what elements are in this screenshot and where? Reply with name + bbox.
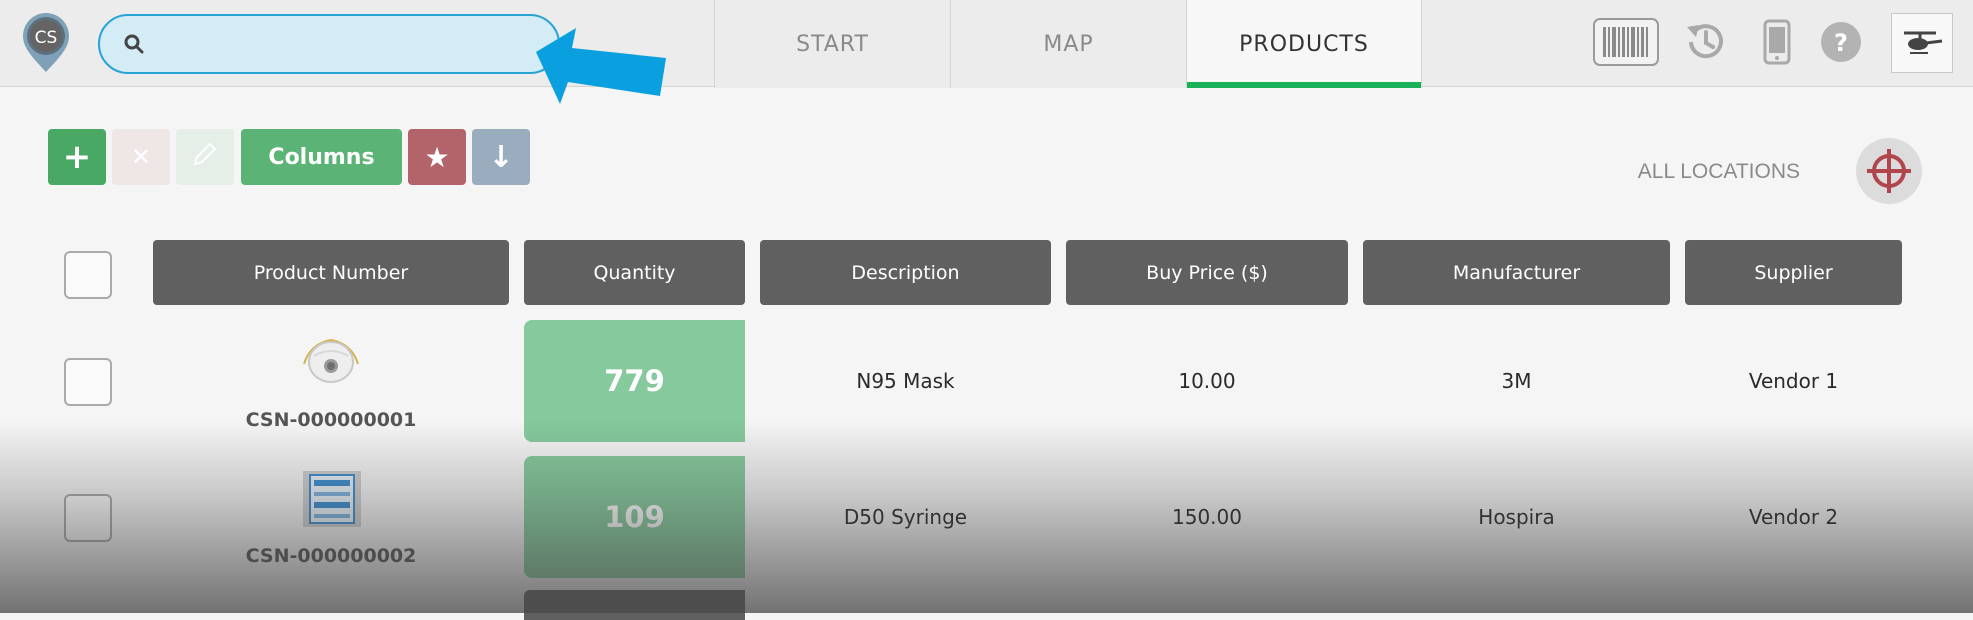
pointer-arrow-icon	[536, 28, 666, 104]
top-bar: CS START MAP PRODUCTS ?	[0, 0, 1973, 104]
svg-text:?: ?	[1834, 29, 1848, 57]
supplier-cell: Vendor 2	[1748, 505, 1839, 529]
add-button[interactable]: +	[48, 129, 106, 185]
edit-button[interactable]	[176, 129, 234, 185]
buy-price-cell: 10.00	[1178, 369, 1236, 393]
quantity-cell[interactable]: 109	[524, 456, 745, 578]
description-cell: N95 Mask	[856, 369, 955, 393]
columns-button[interactable]: Columns	[241, 129, 402, 185]
logo-text: CS	[35, 28, 58, 48]
header-description[interactable]: Description	[760, 240, 1051, 305]
row-checkbox[interactable]	[64, 494, 112, 542]
pencil-icon	[191, 140, 219, 174]
mobile-device-icon[interactable]	[1759, 14, 1795, 70]
header-quantity[interactable]: Quantity	[524, 240, 745, 305]
helicopter-icon[interactable]	[1891, 13, 1953, 73]
buy-price-cell: 150.00	[1172, 505, 1242, 529]
search-icon	[122, 32, 146, 56]
select-all-checkbox[interactable]	[64, 251, 112, 299]
favorite-button[interactable]: ★	[408, 129, 466, 185]
history-icon[interactable]	[1681, 14, 1731, 70]
header-supplier[interactable]: Supplier	[1685, 240, 1902, 305]
description-cell: D50 Syringe	[843, 505, 968, 529]
app-logo[interactable]: CS	[19, 10, 74, 74]
header-manufacturer[interactable]: Manufacturer	[1363, 240, 1670, 305]
tab-start[interactable]: START	[714, 0, 950, 88]
help-icon[interactable]: ?	[1818, 14, 1864, 70]
manufacturer-cell: 3M	[1501, 369, 1532, 393]
supplier-cell: Vendor 1	[1748, 369, 1839, 393]
main-tabs: START MAP PRODUCTS	[714, 0, 1422, 88]
crosshair-icon[interactable]	[1856, 138, 1922, 204]
row-checkbox[interactable]	[64, 358, 112, 406]
table-row-partial	[524, 590, 745, 620]
quantity-cell[interactable]: 779	[524, 320, 745, 442]
search-input[interactable]	[156, 28, 536, 60]
delete-button[interactable]: ✕	[112, 129, 170, 185]
product-number[interactable]: CSN-000000001	[153, 409, 509, 431]
manufacturer-cell: Hospira	[1478, 505, 1555, 529]
header-buy-price[interactable]: Buy Price ($)	[1066, 240, 1348, 305]
product-number[interactable]: CSN-000000002	[153, 545, 509, 567]
barcode-icon[interactable]	[1593, 14, 1659, 70]
download-button[interactable]: ↓	[472, 129, 530, 185]
tab-products[interactable]: PRODUCTS	[1186, 0, 1422, 88]
syringe-box-image	[302, 470, 362, 532]
search-bar[interactable]	[98, 14, 560, 74]
locations-label[interactable]: ALL LOCATIONS	[1620, 160, 1800, 184]
tab-map[interactable]: MAP	[950, 0, 1186, 88]
header-product-number[interactable]: Product Number	[153, 240, 509, 305]
mask-image	[300, 334, 362, 390]
